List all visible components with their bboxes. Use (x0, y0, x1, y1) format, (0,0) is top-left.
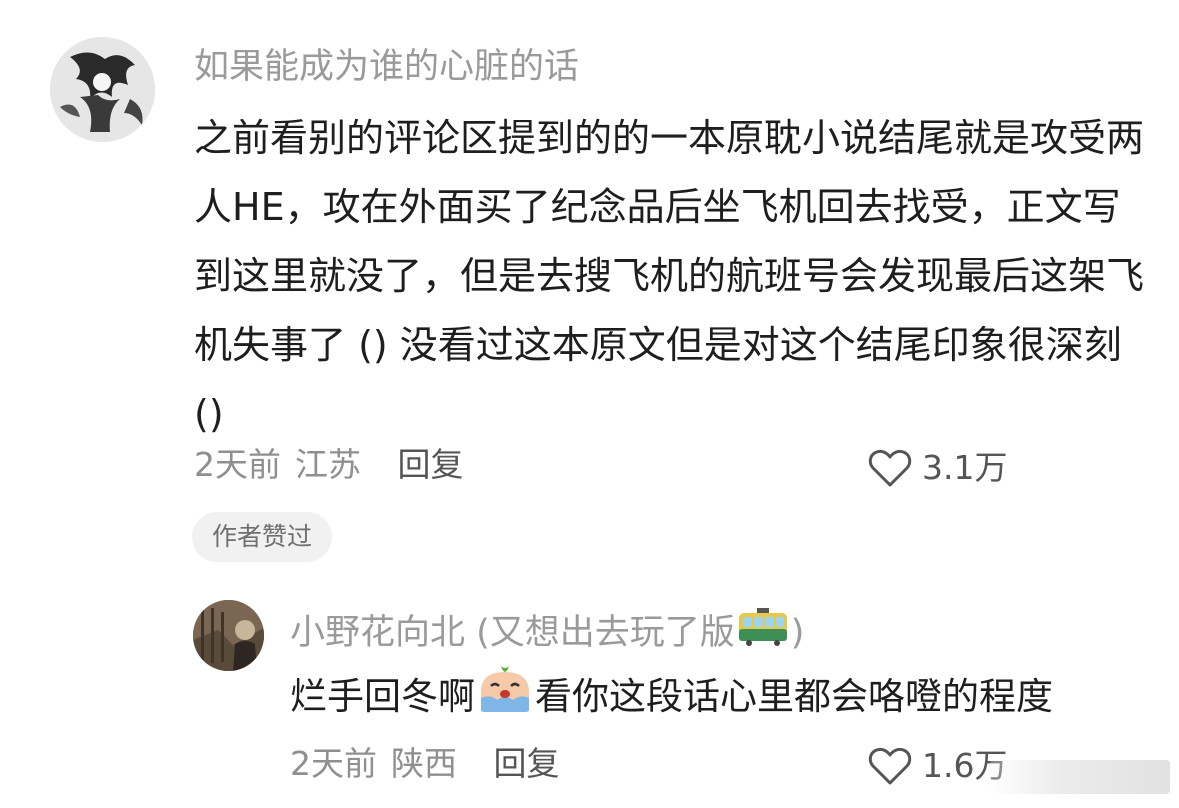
reply-meta: 2天前 陕西 回复 (290, 742, 560, 786)
comment-meta: 2天前 江苏 回复 (194, 443, 464, 487)
reply-button[interactable]: 回复 (398, 445, 464, 484)
avatar[interactable] (50, 37, 155, 142)
comment-username[interactable]: 如果能成为谁的心脏的话 (194, 44, 579, 90)
reply-location: 陕西 (391, 744, 457, 783)
reply-username-suffix: ) (790, 613, 805, 653)
reply-avatar[interactable] (193, 600, 264, 671)
reply-time: 2天前 (290, 744, 377, 783)
reply-username[interactable]: 小野花向北 (又想出去玩了版 ) (290, 607, 804, 659)
reply-username-text: 小野花向北 (又想出去玩了版 (290, 613, 735, 653)
watermark (990, 760, 1170, 794)
comment-location: 江苏 (295, 445, 361, 484)
reply-reply-button[interactable]: 回复 (494, 744, 560, 783)
heart-icon (868, 449, 912, 487)
reply-text-part: 看你这段话心里都会咯噔的程度 (535, 675, 1053, 718)
reply-text: 烂手回冬啊 看你这段话心里都会咯噔的程度 (290, 664, 1170, 730)
reply-like-button[interactable]: 1.6万 (868, 744, 1007, 788)
tram-car-icon (737, 607, 789, 659)
crying-face-icon (477, 664, 533, 730)
like-button[interactable]: 3.1万 (868, 446, 1007, 490)
like-count: 3.1万 (922, 448, 1008, 487)
heart-icon (868, 747, 912, 785)
reply-text-part: 烂手回冬啊 (290, 675, 475, 718)
avatar-illustration-icon (50, 37, 155, 142)
comment-time: 2天前 (194, 445, 281, 484)
comment-text: 之前看别的评论区提到的的一本原耽小说结尾就是攻受两人HE，攻在外面买了纪念品后坐… (194, 116, 1145, 436)
avatar-photo-icon (193, 600, 264, 671)
author-liked-badge: 作者赞过 (192, 512, 333, 562)
